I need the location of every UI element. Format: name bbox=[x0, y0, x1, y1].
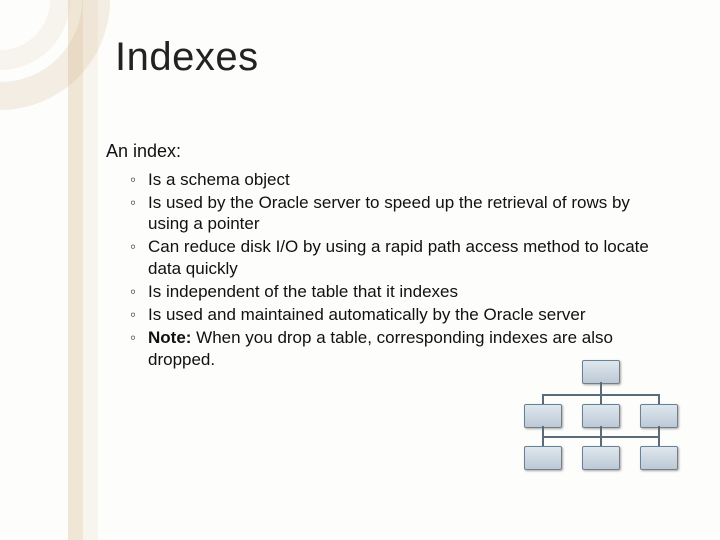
note-label: Note: bbox=[148, 328, 191, 347]
org-connector bbox=[542, 426, 544, 436]
org-node bbox=[582, 446, 620, 470]
org-connector bbox=[658, 436, 660, 446]
org-connector bbox=[600, 382, 602, 394]
list-item: Is used by the Oracle server to speed up… bbox=[130, 192, 671, 235]
org-connector bbox=[600, 394, 602, 404]
org-connector bbox=[542, 394, 544, 404]
bullet-text: Is independent of the table that it inde… bbox=[148, 282, 458, 301]
decorative-ring-outer bbox=[0, 0, 110, 110]
org-connector bbox=[600, 426, 602, 436]
bullet-text: Can reduce disk I/O by using a rapid pat… bbox=[148, 237, 649, 277]
org-chart-icon bbox=[520, 360, 680, 470]
bullet-list: Is a schema object Is used by the Oracle… bbox=[106, 169, 671, 370]
list-item: Is independent of the table that it inde… bbox=[130, 281, 671, 302]
decorative-left-band bbox=[68, 0, 98, 540]
org-node bbox=[524, 446, 562, 470]
decorative-ring-inner bbox=[0, 0, 70, 70]
org-connector bbox=[658, 394, 660, 404]
org-connector bbox=[542, 436, 544, 446]
org-node bbox=[582, 404, 620, 428]
org-connector bbox=[658, 426, 660, 436]
list-item: Can reduce disk I/O by using a rapid pat… bbox=[130, 236, 671, 279]
bullet-text: Is used and maintained automatically by … bbox=[148, 305, 586, 324]
org-connector bbox=[600, 436, 602, 446]
org-node bbox=[582, 360, 620, 384]
org-node bbox=[524, 404, 562, 428]
org-node bbox=[640, 446, 678, 470]
bullet-text: Is used by the Oracle server to speed up… bbox=[148, 193, 630, 233]
list-item: Is a schema object bbox=[130, 169, 671, 190]
slide-body: An index: Is a schema object Is used by … bbox=[106, 140, 671, 372]
slide-title: Indexes bbox=[115, 35, 259, 80]
intro-text: An index: bbox=[106, 140, 671, 163]
org-node bbox=[640, 404, 678, 428]
bullet-text: Is a schema object bbox=[148, 170, 290, 189]
list-item: Is used and maintained automatically by … bbox=[130, 304, 671, 325]
